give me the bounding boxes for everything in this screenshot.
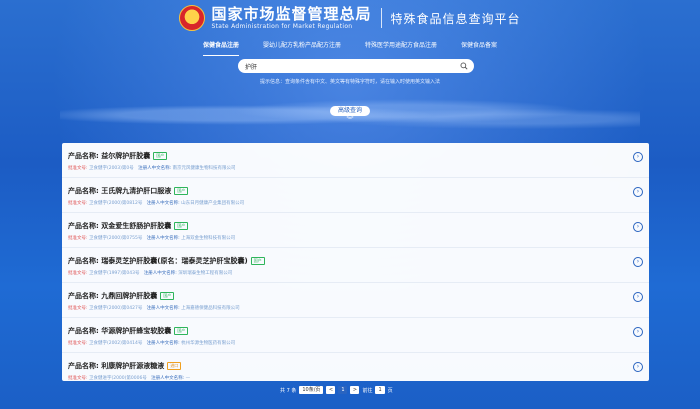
approval-label: 批准文号: — [68, 341, 89, 346]
chevron-right-icon[interactable]: › — [633, 187, 643, 197]
origin-badge: 国产 — [250, 257, 265, 265]
origin-badge: 国产 — [160, 292, 175, 300]
approval-number: 卫食健字(2003)第0号 — [88, 166, 134, 171]
advanced-search-toggle[interactable]: 高级查询 ︾ — [323, 106, 377, 124]
page-unit-label: 页 — [387, 387, 393, 394]
site-header: 国家市场监督管理总局 State Administration for Mark… — [0, 0, 700, 36]
product-name-label: 产品名称: — [68, 222, 102, 230]
list-item[interactable]: 产品名称: 利康牌护肝源液糖液 进口 批准文号: 卫食健进字(2000)第0006… — [62, 353, 649, 381]
product-name-label: 产品名称: — [68, 187, 102, 195]
approval-number: 卫食健字(1997)第043号 — [88, 271, 140, 276]
platform-title: 特殊食品信息查询平台 — [390, 11, 521, 26]
page-number-button[interactable]: 1 — [338, 386, 348, 394]
list-item[interactable]: 产品名称: 华源牌护肝蜂宝软胶囊 国产 批准文号: 卫食健字(2002)第0414… — [62, 318, 649, 353]
tab-infant-formula-registration[interactable]: 婴幼儿配方乳粉产品配方注册 — [251, 40, 353, 54]
agency-name-cn: 国家市场监督管理总局 — [211, 4, 372, 23]
next-page-button[interactable]: > — [350, 386, 360, 394]
results-list: 产品名称: 益尔牌护肝胶囊 国产 批准文号: 卫食健字(2003)第0号 注册人中… — [62, 143, 649, 381]
registrant-label: 注册人中文名称: — [146, 201, 182, 206]
approval-label: 批准文号: — [68, 201, 89, 206]
approval-number: 卫食健字(2000)第0755号 — [88, 236, 143, 241]
goto-label: 前往 — [362, 387, 373, 394]
registrant-label: 注册人中文名称: — [143, 271, 179, 276]
registrant-label: 注册人中文名称: — [146, 341, 182, 346]
list-item[interactable]: 产品名称: 九鼎回牌护肝胶囊 国产 批准文号: 卫食健字(2000)第0427号 … — [62, 283, 649, 318]
product-name: 九鼎回牌护肝胶囊 — [101, 292, 158, 300]
approval-label: 批准文号: — [68, 271, 89, 276]
tab-special-medical-food-registration[interactable]: 特殊医学用途配方食品注册 — [353, 40, 449, 54]
chevron-down-icon: ︾ — [346, 116, 354, 124]
goto-page-input[interactable]: 1 — [375, 386, 385, 394]
list-item[interactable]: 产品名称: 益尔牌护肝胶囊 国产 批准文号: 卫食健字(2003)第0号 注册人中… — [62, 143, 649, 178]
product-name: 华源牌护肝蜂宝软胶囊 — [101, 327, 172, 335]
chevron-right-icon[interactable]: › — [633, 222, 643, 232]
origin-badge: 国产 — [174, 327, 189, 335]
search-icon[interactable] — [460, 62, 468, 70]
registrant-name: — — [185, 376, 191, 381]
approval-number: 卫食健字(2000)第0427号 — [88, 306, 143, 311]
chevron-right-icon[interactable]: › — [633, 257, 643, 267]
chevron-right-icon[interactable]: › — [633, 362, 643, 372]
registrant-name: 山东日月健康产业集团有限公司 — [181, 201, 245, 206]
product-name-label: 产品名称: — [68, 292, 102, 300]
tab-health-food-registration[interactable]: 保健食品注册 — [191, 40, 251, 56]
approval-label: 批准文号: — [68, 166, 89, 171]
list-item[interactable]: 产品名称: 王氏牌九清护肝口服液 国产 批准文号: 卫食健字(2000)第0812… — [62, 178, 649, 213]
product-name: 王氏牌九清护肝口服液 — [101, 187, 172, 195]
search-hint: 提示信息：查询条件含有中文、英文等有特殊字符时，请在输入时使用英文输入法 — [259, 79, 440, 85]
approval-label: 批准文号: — [68, 236, 89, 241]
search-bar — [238, 59, 474, 73]
registrant-label: 注册人中文名称: — [146, 306, 182, 311]
pagination: 共 7 条 10条/页 < 1 > 前往 1 页 — [280, 385, 430, 395]
product-name-label: 产品名称: — [68, 362, 102, 370]
product-name-label: 产品名称: — [68, 257, 102, 265]
page-size-select[interactable]: 10条/页 — [299, 386, 324, 394]
approval-label: 批准文号: — [68, 376, 89, 381]
category-tabs: 保健食品注册 婴幼儿配方乳粉产品配方注册 特殊医学用途配方食品注册 保健食品备案 — [0, 40, 700, 56]
chevron-right-icon[interactable]: › — [633, 292, 643, 302]
registrant-name: 南京元风健康生物科技有限公司 — [172, 166, 236, 171]
product-name: 益尔牌护肝胶囊 — [101, 152, 151, 160]
origin-badge: 国产 — [174, 187, 189, 195]
registrant-label: 注册人中文名称: — [146, 236, 182, 241]
approval-label: 批准文号: — [68, 306, 89, 311]
advanced-search-label: 高级查询 — [329, 106, 370, 116]
header-divider — [380, 8, 382, 28]
registrant-label: 注册人中文名称: — [151, 376, 186, 381]
product-name: 双金爱生舒肠护肝胶囊 — [101, 222, 172, 230]
national-emblem-icon — [179, 5, 206, 31]
approval-number: 卫食健字(2002)第0414号 — [88, 341, 143, 346]
prev-page-button[interactable]: < — [326, 386, 336, 394]
tab-health-food-filing[interactable]: 保健食品备案 — [449, 40, 509, 54]
agency-logo[interactable]: 国家市场监督管理总局 State Administration for Mark… — [211, 4, 372, 31]
chevron-right-icon[interactable]: › — [633, 327, 643, 337]
list-item[interactable]: 产品名称: 瑞泰灵芝护肝胶囊(原名：瑞泰灵芝护肝宝胶囊) 国产 批准文号: 卫食健… — [62, 248, 649, 283]
approval-number: 卫食健进字(2000)第0006号 — [88, 376, 147, 381]
agency-name-en: State Administration for Market Regulati… — [211, 22, 353, 30]
registrant-label: 注册人中文名称: — [138, 166, 173, 171]
registrant-name: 深圳瑞泰生物工程有限公司 — [178, 271, 233, 276]
total-count: 共 7 条 — [280, 387, 297, 394]
origin-badge: 进口 — [167, 362, 182, 370]
chevron-right-icon[interactable]: › — [633, 152, 643, 162]
product-name: 瑞泰灵芝护肝胶囊(原名：瑞泰灵芝护肝宝胶囊) — [101, 257, 248, 265]
product-name-label: 产品名称: — [68, 327, 102, 335]
registrant-name: 杭州华源生物医药有限公司 — [181, 341, 236, 346]
registrant-name: 上海双金生物科技有限公司 — [181, 236, 236, 241]
origin-badge: 国产 — [153, 152, 168, 160]
registrant-name: 上海嘉德保健品科技有限公司 — [181, 306, 240, 311]
product-name: 利康牌护肝源液糖液 — [101, 362, 165, 370]
product-name-label: 产品名称: — [68, 152, 102, 160]
approval-number: 卫食健字(2000)第0812号 — [88, 201, 143, 206]
search-input[interactable] — [245, 60, 460, 72]
origin-badge: 国产 — [174, 222, 189, 230]
list-item[interactable]: 产品名称: 双金爱生舒肠护肝胶囊 国产 批准文号: 卫食健字(2000)第0755… — [62, 213, 649, 248]
